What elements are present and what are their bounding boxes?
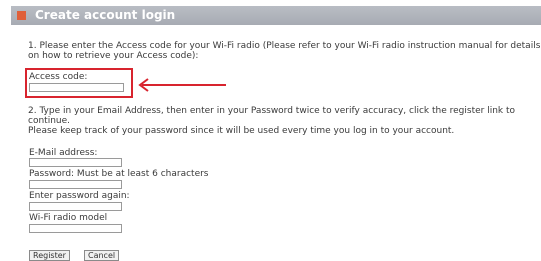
step1-instruction-line2: on how to retrieve your Access code): (28, 51, 199, 61)
step2-instruction-line1: 2. Type in your Email Address, then ente… (28, 106, 516, 116)
register-button[interactable]: Register (29, 250, 70, 261)
page-header: Create account login (11, 6, 541, 25)
radio-model-input[interactable] (29, 224, 122, 233)
email-input[interactable] (29, 158, 122, 167)
cancel-button[interactable]: Cancel (84, 250, 120, 261)
password-label: Password: Must be at least 6 characters (29, 169, 209, 179)
password-input[interactable] (29, 180, 122, 189)
step2-instruction-line2: continue. (28, 116, 70, 126)
password-again-label: Enter password again: (29, 191, 130, 201)
password-again-input[interactable] (29, 202, 122, 211)
header-square-icon (17, 11, 26, 20)
step2-instruction-line3: Please keep track of your password since… (28, 126, 455, 136)
step1-instruction-line1: 1. Please enter the Access code for your… (28, 41, 541, 51)
page-title: Create account login (35, 8, 176, 22)
radio-model-label: Wi-Fi radio model (29, 213, 108, 223)
access-code-highlight-box (25, 68, 133, 98)
red-arrow-icon (138, 78, 226, 92)
email-label: E-Mail address: (29, 148, 98, 158)
